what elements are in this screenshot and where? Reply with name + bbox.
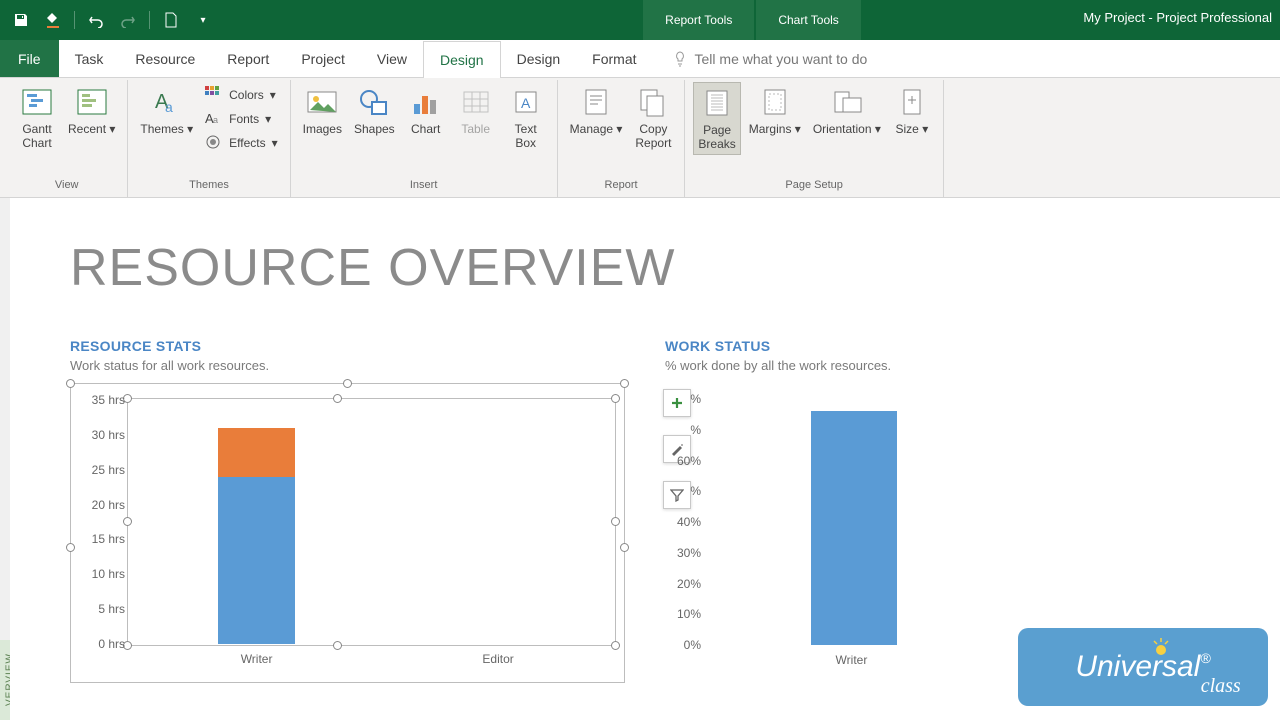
- contextual-tab-chart-tools: Chart Tools: [756, 0, 860, 40]
- y-tick: 30 hrs: [73, 428, 125, 442]
- recent-button[interactable]: Recent ▾: [64, 82, 119, 138]
- images-button[interactable]: Images: [299, 82, 346, 138]
- title-bar: ▾ Report Tools Chart Tools My Project - …: [0, 0, 1280, 40]
- margins-button[interactable]: Margins ▾: [745, 82, 805, 138]
- tab-design-report[interactable]: Design: [423, 41, 501, 78]
- y-tick: 30%: [667, 546, 701, 560]
- y-tick: 0 hrs: [73, 637, 125, 651]
- x-tick: Writer: [836, 653, 868, 667]
- y-tick: 60%: [667, 454, 701, 468]
- redo-icon[interactable]: [115, 7, 141, 33]
- chart-plot-area: 35 hrs 30 hrs 25 hrs 20 hrs 15 hrs 10 hr…: [131, 400, 614, 644]
- svg-text:a: a: [165, 99, 173, 115]
- effects-button[interactable]: Effects ▾: [201, 132, 282, 154]
- qat-customize-icon[interactable]: ▾: [190, 7, 216, 33]
- y-tick: %: [667, 484, 701, 498]
- ribbon: Gantt Chart Recent ▾ View AaThemes ▾ Col…: [0, 78, 1280, 198]
- size-button[interactable]: Size ▾: [889, 82, 935, 138]
- table-button[interactable]: Table: [453, 82, 499, 138]
- y-tick: 5 hrs: [73, 602, 125, 616]
- group-insert: Images Shapes Chart Table AText Box Inse…: [291, 80, 558, 197]
- section-resource-stats: RESOURCE STATS Work status for all work …: [70, 338, 625, 683]
- section-title: RESOURCE STATS: [70, 338, 625, 354]
- y-tick: 35 hrs: [73, 393, 125, 407]
- manage-button[interactable]: Manage ▾: [566, 82, 627, 138]
- y-tick: 20 hrs: [73, 498, 125, 512]
- orientation-button[interactable]: Orientation ▾: [809, 82, 885, 138]
- section-subtitle: % work done by all the work resources.: [665, 358, 1220, 373]
- tab-report[interactable]: Report: [211, 40, 285, 77]
- y-tick: 10%: [667, 607, 701, 621]
- chart-button[interactable]: Chart: [403, 82, 449, 138]
- svg-text:a: a: [213, 115, 218, 125]
- bar-writer-actual[interactable]: [218, 477, 295, 644]
- save-icon[interactable]: [8, 7, 34, 33]
- colors-button[interactable]: Colors ▾: [201, 84, 282, 106]
- tab-view[interactable]: View: [361, 40, 423, 77]
- lightbulb-icon: [1151, 638, 1171, 656]
- bar-writer-percent[interactable]: [811, 411, 897, 645]
- group-report: Manage ▾ Copy Report Report: [558, 80, 686, 197]
- quick-access-toolbar: ▾: [0, 7, 224, 33]
- chart-plot-area: % % 60% % 40% 30% 20% 10% 0% Writer Edit…: [705, 399, 1210, 645]
- y-tick: 15 hrs: [73, 532, 125, 546]
- document-canvas[interactable]: VERVIEW RESOURCE OVERVIEW RESOURCE STATS…: [0, 198, 1280, 720]
- undo-icon[interactable]: [83, 7, 109, 33]
- group-themes: AaThemes ▾ Colors ▾ AaFonts ▾ Effects ▾ …: [128, 80, 290, 197]
- separator: [149, 11, 150, 29]
- report-title[interactable]: RESOURCE OVERVIEW: [70, 238, 1220, 298]
- tab-design-chart[interactable]: Design: [501, 40, 577, 77]
- ribbon-tabs: File Task Resource Report Project View D…: [0, 40, 1280, 78]
- themes-button[interactable]: AaThemes ▾: [136, 82, 197, 138]
- y-tick: 40%: [667, 515, 701, 529]
- y-tick: 20%: [667, 577, 701, 591]
- group-view: Gantt Chart Recent ▾ View: [6, 80, 128, 197]
- x-tick: Editor: [482, 652, 513, 666]
- tell-me-search[interactable]: Tell me what you want to do: [673, 40, 868, 77]
- selection-handle[interactable]: [66, 379, 75, 388]
- separator: [74, 11, 75, 29]
- paint-bucket-icon[interactable]: [40, 7, 66, 33]
- shapes-button[interactable]: Shapes: [350, 82, 399, 138]
- text-box-button[interactable]: AText Box: [503, 82, 549, 153]
- document-icon[interactable]: [158, 7, 184, 33]
- tab-project[interactable]: Project: [285, 40, 361, 77]
- y-tick: %: [667, 423, 701, 437]
- section-subtitle: Work status for all work resources.: [70, 358, 625, 373]
- x-tick: Writer: [241, 652, 273, 666]
- lightbulb-icon: [673, 51, 687, 67]
- svg-text:A: A: [521, 95, 531, 111]
- chart-resource-stats[interactable]: 35 hrs 30 hrs 25 hrs 20 hrs 15 hrs 10 hr…: [70, 383, 625, 683]
- gantt-chart-button[interactable]: Gantt Chart: [14, 82, 60, 153]
- tab-task[interactable]: Task: [59, 40, 120, 77]
- selection-handle[interactable]: [343, 379, 352, 388]
- bar-writer-remaining[interactable]: [218, 428, 295, 477]
- group-page-setup: Page Breaks Margins ▾ Orientation ▾ Size…: [685, 80, 943, 197]
- tab-file[interactable]: File: [0, 40, 59, 77]
- page-breaks-button[interactable]: Page Breaks: [693, 82, 740, 155]
- tell-me-placeholder: Tell me what you want to do: [695, 51, 868, 67]
- y-tick: 25 hrs: [73, 463, 125, 477]
- tab-format[interactable]: Format: [576, 40, 652, 77]
- selection-handle[interactable]: [620, 543, 629, 552]
- watermark-logo: Universal® class: [1018, 628, 1268, 706]
- y-tick: %: [667, 392, 701, 406]
- y-tick: 0%: [667, 638, 701, 652]
- contextual-tab-report-tools: Report Tools: [643, 0, 754, 40]
- app-title: My Project - Project Professional: [1083, 10, 1272, 25]
- section-title: WORK STATUS: [665, 338, 1220, 354]
- y-tick: 10 hrs: [73, 567, 125, 581]
- tab-resource[interactable]: Resource: [119, 40, 211, 77]
- selection-handle[interactable]: [620, 379, 629, 388]
- fonts-button[interactable]: AaFonts ▾: [201, 108, 282, 130]
- contextual-tabs: Report Tools Chart Tools: [643, 0, 861, 40]
- copy-report-button[interactable]: Copy Report: [630, 82, 676, 153]
